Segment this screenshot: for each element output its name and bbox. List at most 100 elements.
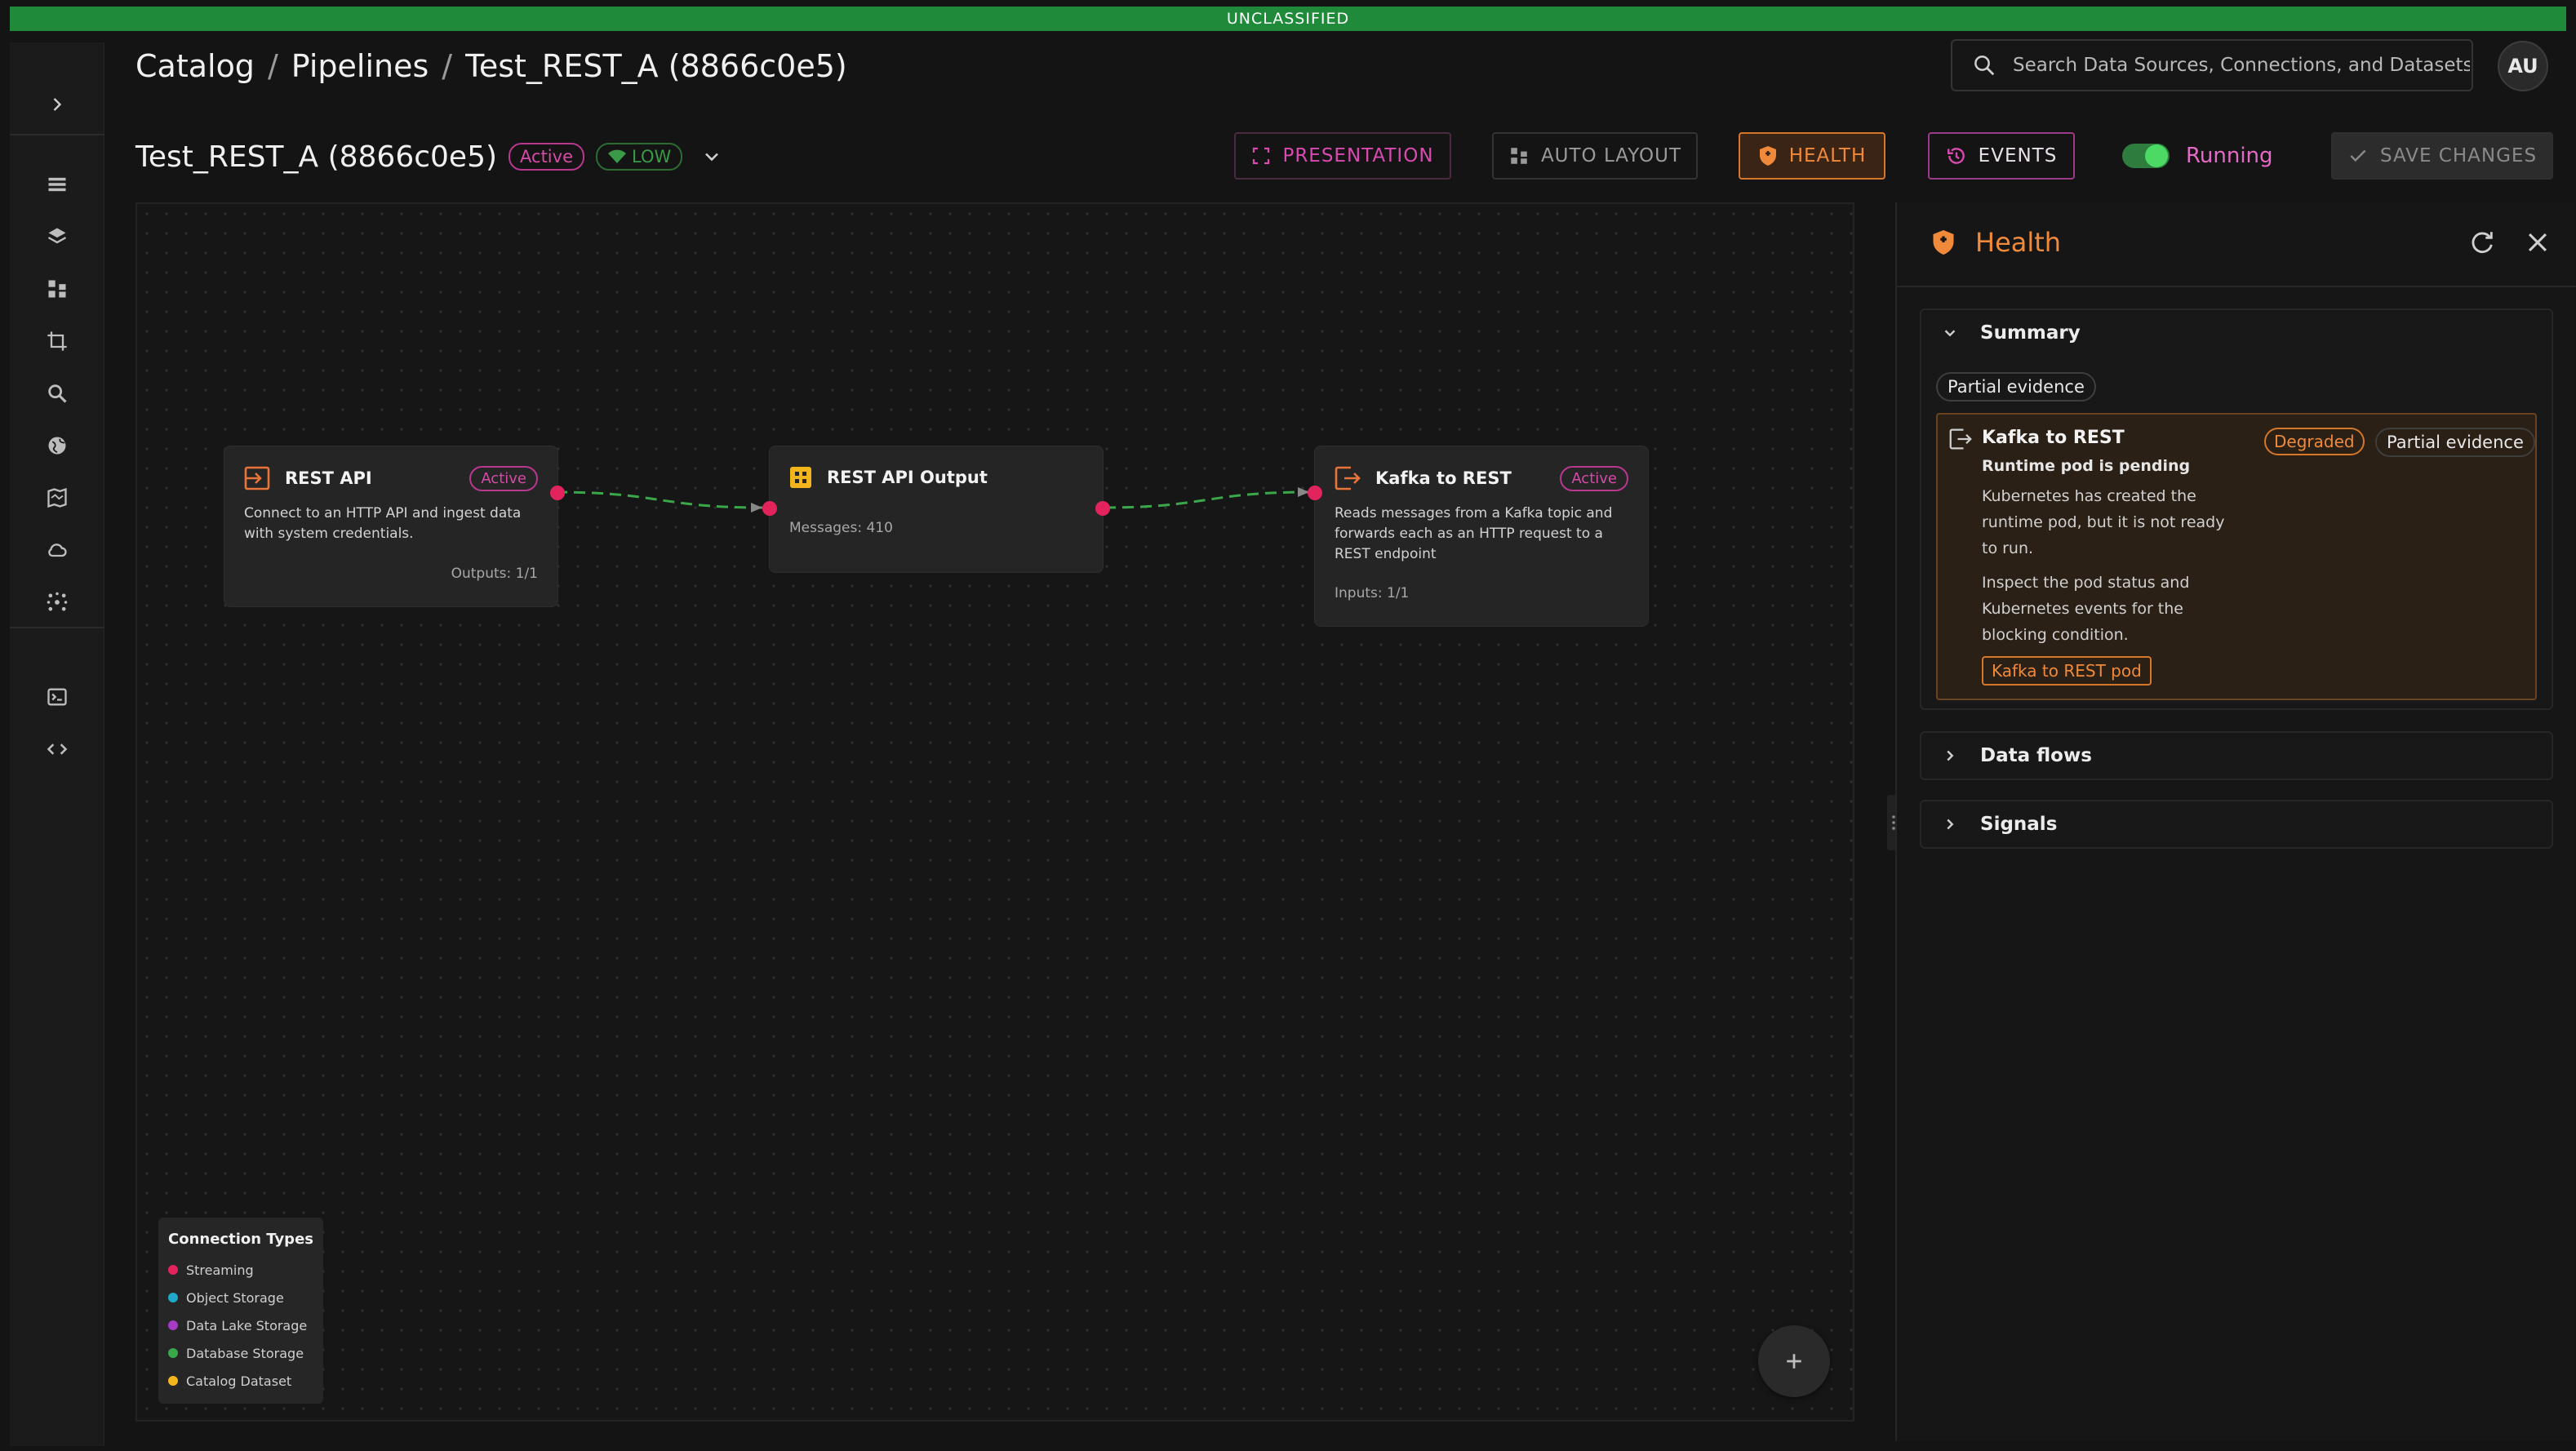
legend-label: Streaming [186,1262,254,1278]
user-avatar[interactable]: AU [2498,41,2548,91]
expand-sidebar-button[interactable] [10,80,104,129]
sidebar-item-map[interactable] [10,473,104,522]
node-kafka-to-rest[interactable]: Kafka to REST Active Reads messages from… [1308,446,1649,627]
cloud-icon [48,544,67,557]
node-status-badge: Active [469,466,538,491]
search-icon [48,384,67,403]
pod-link-button[interactable]: Kafka to REST pod [1982,656,2152,686]
data-flows-title: Data flows [1980,745,2092,766]
legend-dot [168,1293,178,1302]
evidence-label: Partial evidence [1936,372,2096,402]
legend-label: Database Storage [186,1345,304,1361]
events-button[interactable]: EVENTS [1928,132,2075,180]
node-title: REST API [285,468,372,488]
classification-banner: UNCLASSIFIED [10,7,2566,31]
health-button[interactable]: HEALTH [1739,132,1885,180]
chevron-down-icon [1944,330,1956,337]
sidebar-item-pipelines[interactable] [10,264,104,313]
code-icon [47,743,68,755]
input-port[interactable] [762,501,777,516]
pipeline-icon [1511,148,1527,164]
network-icon [47,592,68,611]
description-line: forwards each as an HTTP request to a [1335,526,1603,542]
node-rest-api[interactable]: REST API Active Connect to an HTTP API a… [224,446,565,607]
sidebar-item-globe[interactable] [10,421,104,470]
description-line: Kubernetes events for the [1982,600,2183,618]
breadcrumb-pipelines[interactable]: Pipelines [291,48,429,84]
degraded-badge: Degraded [2264,428,2365,455]
terminal-icon [47,688,67,706]
logout-icon [1335,466,1361,490]
sidebar-item-catalog[interactable] [10,160,104,209]
summary-evidence-pill: Partial evidence [1936,372,2096,402]
close-icon[interactable] [2524,229,2552,256]
sidebar [10,42,104,1446]
sidebar-item-layers[interactable] [10,212,104,261]
pipeline-menu-button[interactable] [700,145,723,168]
presentation-label: PRESENTATION [1282,145,1434,166]
description-line: runtime pod, but it is not ready [1982,513,2225,531]
node-rest-api-output[interactable]: REST API Output Messages: 410 [762,446,1110,573]
edge-output-to-kafka[interactable] [1104,490,1310,509]
breadcrumb: Catalog / Pipelines / Test_REST_A (8866c… [135,44,847,88]
summary-toggle[interactable]: Summary [1921,310,2552,356]
breadcrumb-current: Test_REST_A (8866c0e5) [465,48,847,84]
node-footer: Inputs: 1/1 [1335,585,1410,601]
description-line: Kubernetes has created the [1982,487,2196,505]
panel-title: Health [1931,227,2061,258]
add-node-button[interactable] [1758,1325,1830,1397]
pipeline-canvas[interactable]: REST API Active Connect to an HTTP API a… [135,202,1854,1422]
data-flows-section[interactable]: Data flows [1920,731,2553,780]
presentation-button[interactable]: PRESENTATION [1234,132,1451,180]
input-port[interactable] [1308,486,1322,500]
legend-dot [168,1376,178,1386]
globe-icon [48,437,66,455]
output-port[interactable] [1095,501,1110,516]
card-description: Kubernetes has created the runtime pod, … [1982,483,2235,561]
crop-icon [47,331,67,351]
health-evidence-card: Kafka to REST Runtime pod is pending Deg… [1936,413,2537,700]
description-line: with system credentials. [244,526,414,542]
refresh-icon[interactable] [2468,229,2496,256]
legend-item: Object Storage [168,1284,313,1311]
running-toggle[interactable] [2122,144,2170,168]
wifi-icon [608,149,626,163]
card-component-name: Kafka to REST [1982,428,2125,448]
sidebar-item-search[interactable] [10,369,104,418]
breadcrumb-separator: / [267,48,278,84]
card-recommendation: Inspect the pod status and Kubernetes ev… [1982,570,2235,648]
node-header: REST API [244,466,372,490]
legend-title: Connection Types [168,1231,313,1248]
arrow-icon [751,503,762,513]
edge-rest-api-to-output[interactable] [555,490,763,509]
legend-label: Object Storage [186,1289,284,1306]
sidebar-item-cloud[interactable] [10,526,104,575]
sidebar-item-code[interactable] [10,725,104,774]
description-line: REST endpoint [1335,546,1437,562]
sidebar-item-network[interactable] [10,578,104,627]
login-icon [244,466,270,490]
sidebar-item-terminal[interactable] [10,672,104,721]
sidebar-item-crop[interactable] [10,317,104,366]
running-label: Running [2186,144,2273,168]
save-changes-button[interactable]: SAVE CHANGES [2331,132,2553,180]
description-line: Inspect the pod status and [1982,574,2190,592]
card-subtitle: Runtime pod is pending [1982,457,2191,475]
search-input[interactable] [2013,55,2470,76]
events-label: EVENTS [1978,145,2058,166]
search-icon [1974,55,1995,76]
data-flows-toggle[interactable]: Data flows [1921,733,2552,779]
fullscreen-icon [1253,147,1270,165]
node-description: Reads messages from a Kafka topic and fo… [1335,504,1612,565]
output-port[interactable] [550,486,565,500]
logout-icon [1949,428,1972,450]
sidebar-divider [10,627,104,628]
signals-section[interactable]: Signals [1920,800,2553,849]
signals-toggle[interactable]: Signals [1921,801,2552,847]
breadcrumb-catalog[interactable]: Catalog [135,48,255,84]
node-title: Kafka to REST [1375,468,1512,488]
auto-layout-button[interactable]: AUTO LAYOUT [1492,132,1698,180]
summary-title: Summary [1980,322,2081,344]
shield-icon [1933,230,1954,255]
legend-item: Streaming [168,1256,313,1284]
